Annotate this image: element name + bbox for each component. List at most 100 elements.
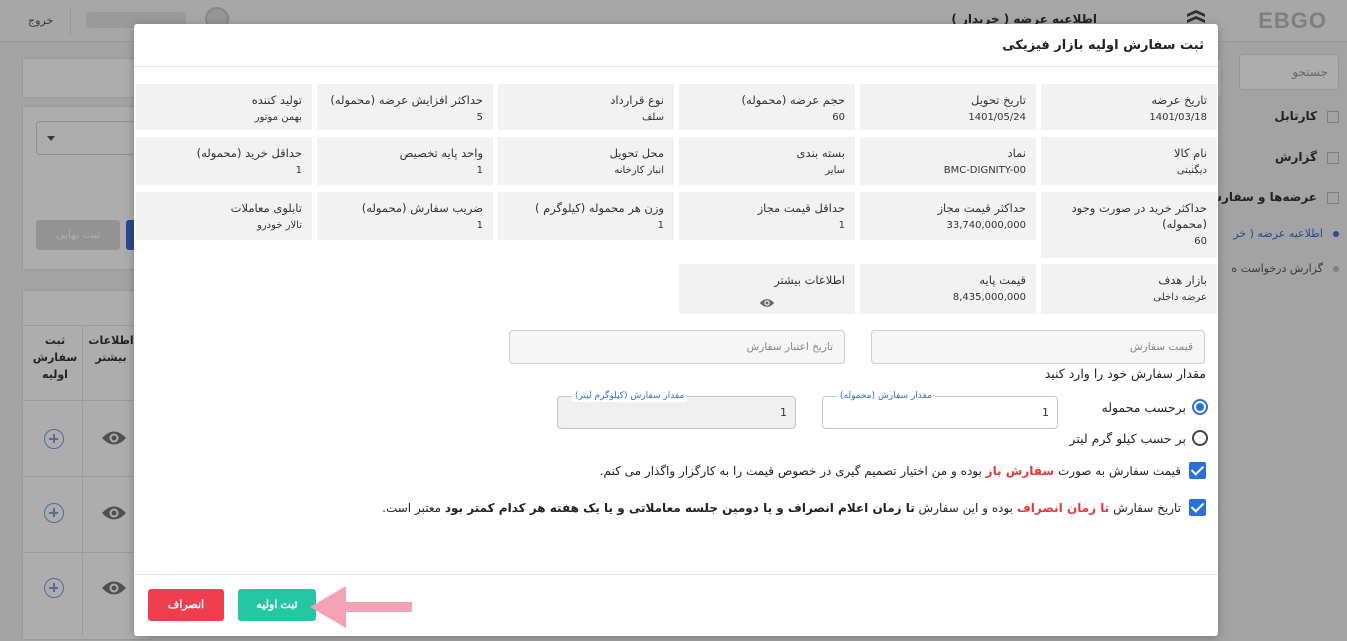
info-label: تاریخ عرضه [1151, 93, 1207, 107]
radio-unchecked[interactable] [1192, 430, 1208, 446]
checkbox-checked[interactable] [1189, 462, 1206, 479]
info-value: بهمن موتور [254, 112, 302, 123]
order-validity-placeholder: تاریخ اعتبار سفارش [746, 341, 833, 353]
info-value: 1 [657, 220, 664, 231]
info-value: 33,740,000,000 [946, 220, 1026, 231]
info-value: 8,435,000,000 [952, 292, 1026, 303]
info-max-price: حداکثر قیمت مجاز 33,740,000,000 [860, 192, 1036, 240]
modal-header: ثبت سفارش اولیه بازار فیزیکی [134, 24, 1218, 67]
info-label: حداکثر خرید در صورت وجود (محموله) [1071, 201, 1207, 231]
info-order-factor: ضریب سفارش (محموله) 1 [317, 192, 493, 240]
info-trading-board: تابلوی معاملات تالار خودرو [136, 192, 312, 240]
text-part: بوده و این سفارش [918, 500, 1013, 515]
modal-title: ثبت سفارش اولیه بازار فیزیکی [1002, 38, 1204, 53]
info-label: بازار هدف [1158, 273, 1207, 287]
quantity-kg-label: مقدار سفارش (کیلوگرم لیتر) [572, 390, 688, 402]
enter-amount-title: مقدار سفارش خود را وارد کنید [1044, 366, 1206, 381]
info-label: قیمت پایه [979, 273, 1026, 287]
info-label: حداکثر افزایش عرضه (محموله) [330, 93, 483, 107]
info-min-purchase: حداقل خرید (محموله) 1 [136, 137, 312, 185]
quantity-shipment-input[interactable]: مقدار سفارش (محموله) 1 [822, 390, 1058, 429]
info-more-details[interactable]: اطلاعات بیشتر [679, 264, 855, 314]
info-value: 1 [838, 220, 845, 231]
info-offer-date: تاریخ عرضه 1401/03/18 [1041, 84, 1217, 130]
info-value: 1401/05/24 [968, 112, 1026, 123]
info-value: سایر [825, 165, 845, 176]
text-highlight: سفارش باز [985, 463, 1055, 478]
order-price-input[interactable]: قیمت سفارش [871, 330, 1205, 364]
info-value: 1 [476, 220, 483, 231]
info-label: تولید کننده [251, 93, 302, 107]
checkbox-checked[interactable] [1189, 499, 1206, 516]
info-label: وزن هر محموله (کیلوگرم ) [534, 201, 664, 215]
info-label: حداکثر قیمت مجاز [937, 201, 1027, 215]
text-highlight: تا زمان انصراف [1016, 500, 1110, 515]
info-label: نماد [1007, 146, 1026, 160]
info-packaging: بسته بندی سایر [679, 137, 855, 185]
quantity-kg-input[interactable]: مقدار سفارش (کیلوگرم لیتر) 1 [557, 390, 796, 429]
radio-label: برحسب محموله [1101, 399, 1186, 415]
modal-footer-divider [134, 574, 1218, 575]
radio-by-kg-liter[interactable]: بر حسب کیلو گرم لیتر [1069, 430, 1208, 446]
submit-initial-button[interactable]: ثبت اولیه [238, 589, 316, 621]
info-min-price: حداقل قیمت مجاز 1 [679, 192, 855, 240]
info-delivery-place: محل تحویل انبار کارخانه [498, 137, 674, 185]
info-base-price: قیمت پایه 8,435,000,000 [860, 264, 1036, 314]
info-product-name: نام کالا دیگنیتی [1041, 137, 1217, 185]
info-symbol: نماد BMC-DIGNITY-00 [860, 137, 1036, 185]
info-producer: تولید کننده بهمن موتور [136, 84, 312, 130]
text-bold: تا زمان اعلام انصراف و یا دومین جلسه معا… [444, 500, 915, 515]
info-label: نوع قرارداد [610, 93, 664, 107]
info-shipment-weight: وزن هر محموله (کیلوگرم ) 1 [498, 192, 674, 240]
info-label: حداقل خرید (محموله) [196, 146, 302, 160]
info-label: حجم عرضه (محموله) [741, 93, 845, 107]
info-label: بسته بندی [796, 146, 845, 160]
text-part: بوده و من اختیار تصمیم گیری در خصوص قیمت… [599, 463, 982, 478]
text-part: تاریخ سفارش [1113, 500, 1181, 515]
info-value: تالار خودرو [257, 220, 302, 231]
eye-icon[interactable] [758, 297, 776, 309]
info-value: 1 [295, 165, 302, 176]
info-value: 60 [832, 112, 845, 123]
info-label: نام کالا [1173, 146, 1207, 160]
info-offer-volume: حجم عرضه (محموله) 60 [679, 84, 855, 130]
order-price-placeholder: قیمت سفارش [1129, 341, 1193, 353]
pointer-arrow-icon [310, 586, 412, 628]
quantity-kg-value: 1 [780, 406, 787, 419]
radio-checked[interactable] [1192, 399, 1208, 415]
info-label: اطلاعات بیشتر [774, 273, 845, 287]
open-order-text: قیمت سفارش به صورت سفارش باز بوده و من ا… [600, 464, 1181, 478]
quantity-shipment-value: 1 [1042, 406, 1049, 419]
info-label: تاریخ تحویل [970, 93, 1026, 107]
info-value: 1 [476, 165, 483, 176]
text-part: قیمت سفارش به صورت [1058, 463, 1181, 478]
info-delivery-date: تاریخ تحویل 1401/05/24 [860, 84, 1036, 130]
info-label: ضریب سفارش (محموله) [361, 201, 483, 215]
info-max-purchase: حداکثر خرید در صورت وجود (محموله) 60 [1041, 192, 1217, 258]
info-label: واحد پایه تخصیص [399, 146, 483, 160]
validity-text: تاریخ سفارش تا زمان انصراف بوده و این سف… [382, 501, 1181, 515]
order-modal: ثبت سفارش اولیه بازار فیزیکی تاریخ عرضه … [134, 24, 1218, 636]
order-validity-date-input[interactable]: تاریخ اعتبار سفارش [509, 330, 845, 364]
info-value: 60 [1194, 236, 1207, 247]
text-part: معتبر است. [382, 500, 442, 515]
cancel-button[interactable]: انصراف [148, 589, 224, 621]
info-target-market: بازار هدف عرضه داخلی [1041, 264, 1217, 314]
info-label: تابلوی معاملات [230, 201, 302, 215]
open-order-checkbox-row[interactable]: قیمت سفارش به صورت سفارش باز بوده و من ا… [600, 462, 1206, 479]
info-value: انبار کارخانه [614, 165, 664, 176]
info-label: حداقل قیمت مجاز [757, 201, 845, 215]
info-contract-type: نوع قرارداد سلف [498, 84, 674, 130]
radio-label: بر حسب کیلو گرم لیتر [1069, 430, 1186, 446]
info-value: سلف [641, 112, 664, 123]
quantity-shipment-label: مقدار سفارش (محموله) [837, 390, 935, 402]
info-max-offer-increase: حداکثر افزایش عرضه (محموله) 5 [317, 84, 493, 130]
validity-checkbox-row[interactable]: تاریخ سفارش تا زمان انصراف بوده و این سف… [382, 499, 1206, 516]
info-value: 5 [476, 112, 483, 123]
info-value: دیگنیتی [1176, 165, 1207, 176]
info-value: 1401/03/18 [1149, 112, 1207, 123]
info-value: BMC-DIGNITY-00 [943, 165, 1026, 176]
radio-by-shipment[interactable]: برحسب محموله [1102, 399, 1208, 415]
info-value: عرضه داخلی [1153, 292, 1207, 303]
info-base-allocation-unit: واحد پایه تخصیص 1 [317, 137, 493, 185]
